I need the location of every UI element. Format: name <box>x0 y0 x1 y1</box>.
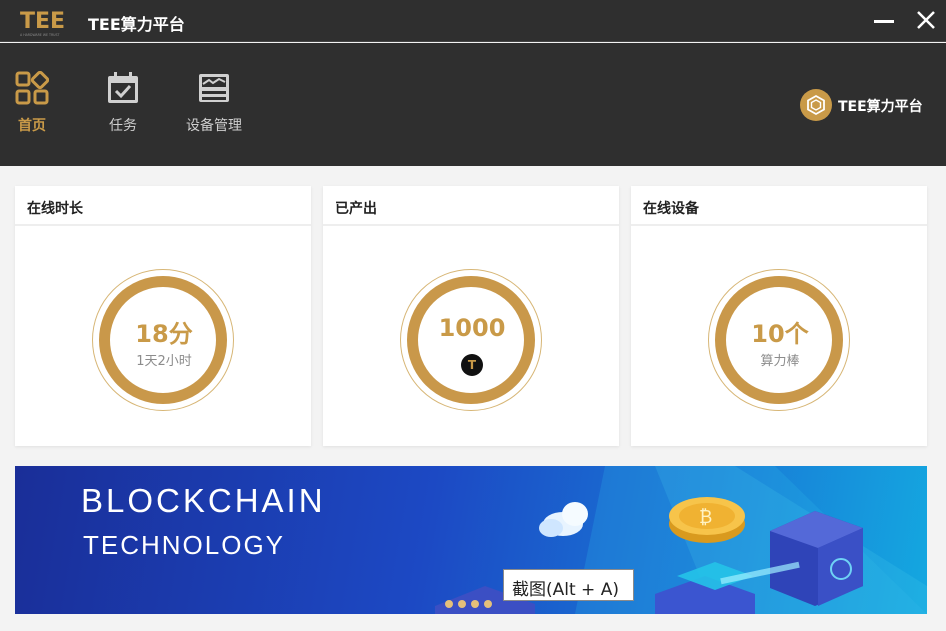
close-icon <box>917 11 935 29</box>
stat-value: 10个 <box>751 320 809 348</box>
stat-sub: 算力棒 <box>760 354 800 369</box>
carousel-dot[interactable] <box>458 600 466 608</box>
nav-item-home[interactable]: 首页 <box>0 71 72 141</box>
svg-text:TEE: TEE <box>20 9 65 34</box>
output-card: 已产出 1000 T <box>323 186 619 446</box>
title-bar: TEE A HARDWARE WE TRUST TEE算力平台 <box>0 0 946 42</box>
carousel-indicator <box>445 593 497 612</box>
carousel-dot[interactable] <box>484 600 492 608</box>
stat-sub: 1天2小时 <box>136 354 192 369</box>
grid-icon <box>15 71 49 105</box>
device-management-icon <box>199 74 229 102</box>
nav-item-tasks[interactable]: 任务 <box>83 71 163 141</box>
close-button[interactable] <box>912 6 940 34</box>
carousel-dot[interactable] <box>445 600 453 608</box>
nav-label: 设备管理 <box>186 118 242 134</box>
cloud-icon <box>539 502 588 537</box>
svg-text:₿: ₿ <box>699 507 712 528</box>
brand-label: TEE算力平台 <box>838 99 923 115</box>
banner-subheadline: TECHNOLOGY <box>83 530 286 560</box>
nav-label: 首页 <box>18 118 46 134</box>
banner-headline: BLOCKCHAIN <box>81 482 326 519</box>
svg-text:A HARDWARE WE TRUST: A HARDWARE WE TRUST <box>20 33 60 37</box>
carousel-dot[interactable] <box>471 600 479 608</box>
nav-label: 任务 <box>109 118 137 134</box>
app-title: TEE算力平台 <box>88 15 185 34</box>
card-title: 已产出 <box>323 186 619 226</box>
card-title: 在线设备 <box>631 186 927 226</box>
screenshot-tooltip: 截图(Alt + A) <box>503 569 634 601</box>
bitcoin-coin-icon: ₿ <box>669 497 745 543</box>
stat-value: 18分 <box>135 320 193 348</box>
token-coin-icon: T <box>461 354 483 376</box>
promo-banner[interactable]: ₿ BLOCKCHAIN TECHNOLOGY <box>15 466 927 614</box>
stat-ring: 10个 算力棒 <box>708 269 850 411</box>
minimize-button[interactable] <box>870 6 898 34</box>
stat-value: 1000 <box>438 314 506 342</box>
stat-ring: 18分 1天2小时 <box>92 269 234 411</box>
nav-bar: 首页 任务 设备管理 TEE算力平台 <box>0 43 946 166</box>
card-title: 在线时长 <box>15 186 311 226</box>
stat-ring: 1000 T <box>400 269 542 411</box>
calendar-check-icon <box>108 72 138 103</box>
tee-brand-icon <box>800 89 832 121</box>
online-duration-card: 在线时长 18分 1天2小时 <box>15 186 311 446</box>
vault-cube-icon <box>770 511 863 606</box>
nav-item-device-management[interactable]: 设备管理 <box>174 71 254 141</box>
online-devices-card: 在线设备 10个 算力棒 <box>631 186 927 446</box>
tee-logo: TEE A HARDWARE WE TRUST <box>20 9 65 37</box>
